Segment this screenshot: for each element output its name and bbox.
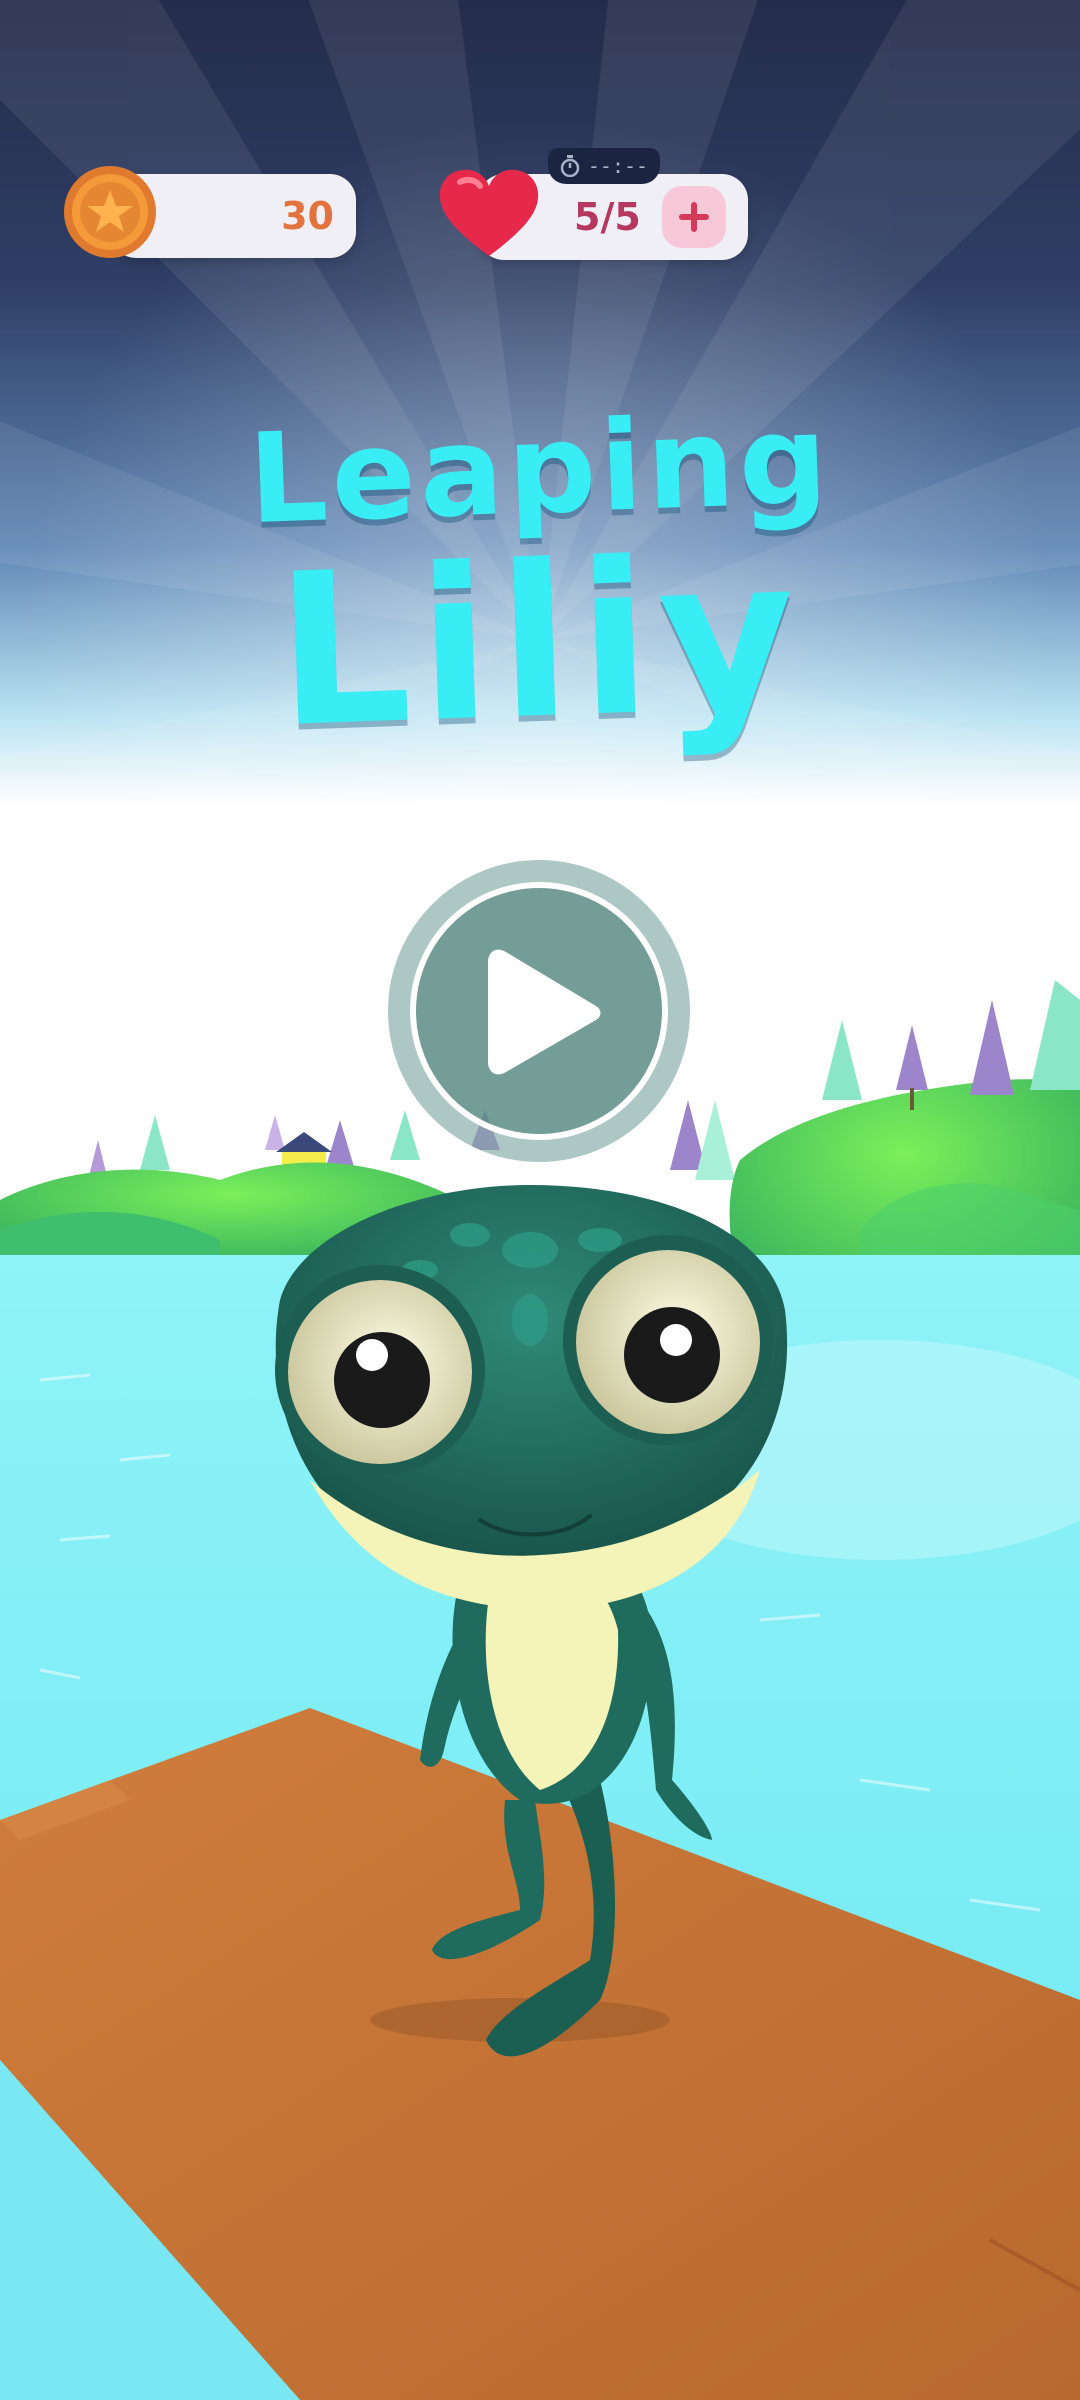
timer-text: --:-- [587,154,649,178]
lives-timer: --:-- [548,148,660,184]
plus-icon [679,202,709,232]
star-coin-icon [64,166,156,258]
stopwatch-icon [560,155,580,177]
coin-count: 30 [281,194,334,238]
game-scene [0,0,1080,2400]
game-title-line-2: Liliy [272,510,808,775]
add-lives-button[interactable] [662,186,726,248]
heart-icon [439,169,539,256]
play-button[interactable] [378,850,700,1172]
lives-count: 5/5 [574,195,641,239]
